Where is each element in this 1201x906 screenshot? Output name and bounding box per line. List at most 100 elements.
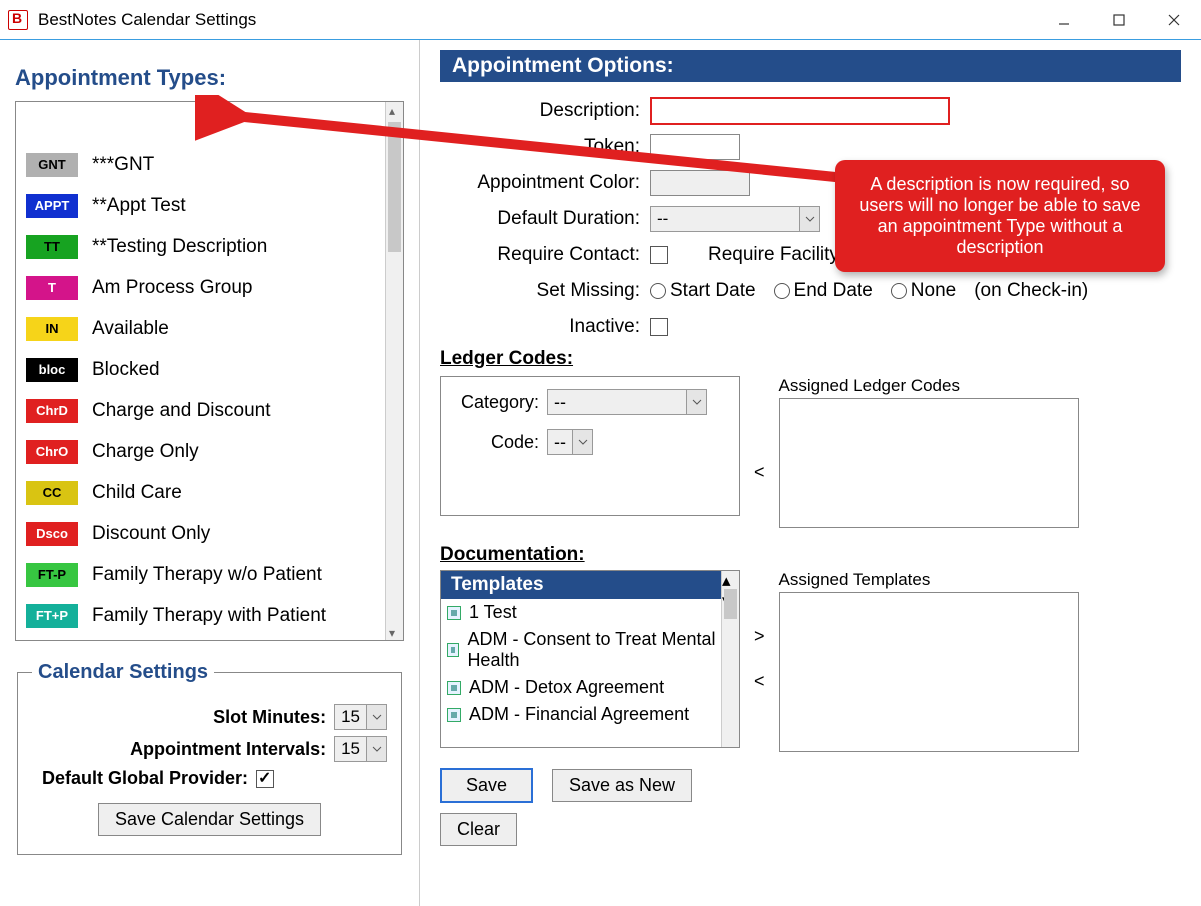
chevron-down-icon: [686, 390, 706, 414]
type-label: Blocked: [92, 359, 160, 381]
default-provider-checkbox[interactable]: [256, 770, 274, 788]
appointment-type-item[interactable]: ChrD Charge and Discount: [22, 390, 397, 431]
remove-template-button[interactable]: <: [754, 671, 765, 692]
set-missing-label: Set Missing:: [440, 280, 640, 302]
inactive-label: Inactive:: [440, 316, 640, 338]
require-contact-label: Require Contact:: [440, 244, 640, 266]
appointment-type-item[interactable]: FT+P Family Therapy with Patient: [22, 595, 397, 636]
appointment-type-item[interactable]: Dsco Discount Only: [22, 513, 397, 554]
color-input[interactable]: [650, 170, 750, 196]
type-tag: CC: [26, 481, 78, 505]
appointment-types-listbox[interactable]: GNT***GNT APPT **Appt Test TT**Testing Desc…: [15, 101, 404, 641]
templates-scrollbar[interactable]: ▴ ▾: [721, 571, 739, 747]
type-label: **Appt Test: [92, 195, 186, 217]
annotation-callout: A description is now required, so users …: [835, 160, 1165, 272]
duration-select[interactable]: --: [650, 206, 820, 232]
template-item[interactable]: 1 Test: [441, 599, 739, 626]
scroll-down-icon[interactable]: ▾: [389, 626, 401, 638]
type-tag: FT+P: [26, 604, 78, 628]
code-label: Code:: [451, 432, 539, 453]
appointment-type-item[interactable]: TT**Testing Description: [22, 226, 397, 267]
chevron-down-icon: [366, 705, 386, 729]
type-tag: FT-P: [26, 563, 78, 587]
type-tag: bloc: [26, 358, 78, 382]
description-input[interactable]: [650, 97, 950, 125]
none-radio[interactable]: [891, 283, 907, 299]
appointment-type-item[interactable]: APPT **Appt Test: [22, 185, 397, 226]
description-label: Description:: [440, 100, 640, 122]
documentation-heading: Documentation:: [440, 544, 585, 565]
templates-listbox[interactable]: Templates 1 Test ADM - Consent to Treat M…: [440, 570, 740, 748]
template-icon: [447, 708, 461, 722]
save-button[interactable]: Save: [440, 768, 533, 803]
chevron-down-icon: [799, 207, 819, 231]
start-date-label: Start Date: [670, 280, 756, 302]
appointment-type-item[interactable]: ChrOCharge Only: [22, 431, 397, 472]
type-tag: APPT: [26, 194, 78, 218]
scroll-thumb[interactable]: [388, 122, 401, 252]
template-item[interactable]: ADM - Detox Agreement: [441, 674, 739, 701]
appointment-types-heading: Appointment Types:: [15, 65, 404, 91]
token-input[interactable]: [650, 134, 740, 160]
type-label: Discount Only: [92, 523, 210, 545]
token-label: Token:: [440, 136, 640, 158]
assigned-templates-label: Assigned Templates: [779, 570, 1079, 590]
interval-select[interactable]: 15: [334, 736, 387, 762]
save-as-new-button[interactable]: Save as New: [552, 769, 692, 802]
type-tag: ChrO: [26, 440, 78, 464]
template-icon: [447, 606, 461, 620]
appointment-type-item[interactable]: TAm Process Group: [22, 267, 397, 308]
save-calendar-settings-button[interactable]: Save Calendar Settings: [98, 803, 321, 836]
assigned-ledger-listbox[interactable]: [779, 398, 1079, 528]
template-item[interactable]: ADM - Financial Agreement: [441, 701, 739, 728]
appointment-type-item[interactable]: INAvailable: [22, 308, 397, 349]
scroll-thumb[interactable]: [724, 589, 737, 619]
appointment-type-item[interactable]: CC Child Care: [22, 472, 397, 513]
type-tag: GNT: [26, 153, 78, 177]
template-item[interactable]: ADM - Consent to Treat Mental Health: [441, 626, 739, 674]
minimize-button[interactable]: [1036, 0, 1091, 40]
interval-label: Appointment Intervals:: [130, 739, 326, 760]
inactive-checkbox[interactable]: [650, 318, 668, 336]
clear-button[interactable]: Clear: [440, 813, 517, 846]
type-label: Charge and Discount: [92, 400, 271, 422]
type-label: Family Therapy w/o Patient: [92, 564, 322, 586]
on-checkin-label: (on Check-in): [974, 280, 1088, 302]
app-icon: [8, 10, 28, 30]
appointment-type-item[interactable]: FT-P Family Therapy w/o Patient: [22, 554, 397, 595]
chevron-down-icon: [572, 430, 592, 454]
template-icon: [447, 681, 461, 695]
slot-minutes-select[interactable]: 15: [334, 704, 387, 730]
require-contact-checkbox[interactable]: [650, 246, 668, 264]
slot-minutes-label: Slot Minutes:: [213, 707, 326, 728]
type-tag: ChrD: [26, 399, 78, 423]
type-label: Am Process Group: [92, 277, 253, 299]
close-button[interactable]: [1146, 0, 1201, 40]
add-template-button[interactable]: >: [754, 626, 765, 647]
type-label: Child Care: [92, 482, 182, 504]
duration-label: Default Duration:: [440, 208, 640, 230]
template-label: ADM - Financial Agreement: [469, 704, 689, 725]
end-date-radio[interactable]: [774, 283, 790, 299]
templates-header: Templates: [441, 571, 739, 599]
category-select[interactable]: --: [547, 389, 707, 415]
window-titlebar: BestNotes Calendar Settings: [0, 0, 1201, 40]
type-tag: Dsco: [26, 522, 78, 546]
assigned-templates-listbox[interactable]: [779, 592, 1079, 752]
code-select[interactable]: --: [547, 429, 593, 455]
remove-code-button[interactable]: <: [754, 462, 765, 483]
start-date-radio[interactable]: [650, 283, 666, 299]
template-label: ADM - Detox Agreement: [469, 677, 664, 698]
types-scrollbar[interactable]: ▴ ▾: [385, 102, 403, 640]
appointment-type-item[interactable]: bloc Blocked: [22, 349, 397, 390]
appointment-type-item[interactable]: GNT***GNT: [22, 144, 397, 185]
template-label: 1 Test: [469, 602, 517, 623]
type-label: Family Therapy with Patient: [92, 605, 326, 627]
scroll-up-icon[interactable]: ▴: [722, 571, 739, 591]
assigned-ledger-label: Assigned Ledger Codes: [779, 376, 1079, 396]
ledger-category-box: Category: -- Code: --: [440, 376, 740, 516]
scroll-up-icon[interactable]: ▴: [389, 104, 401, 116]
end-date-label: End Date: [794, 280, 873, 302]
maximize-button[interactable]: [1091, 0, 1146, 40]
type-label: Available: [92, 318, 169, 340]
